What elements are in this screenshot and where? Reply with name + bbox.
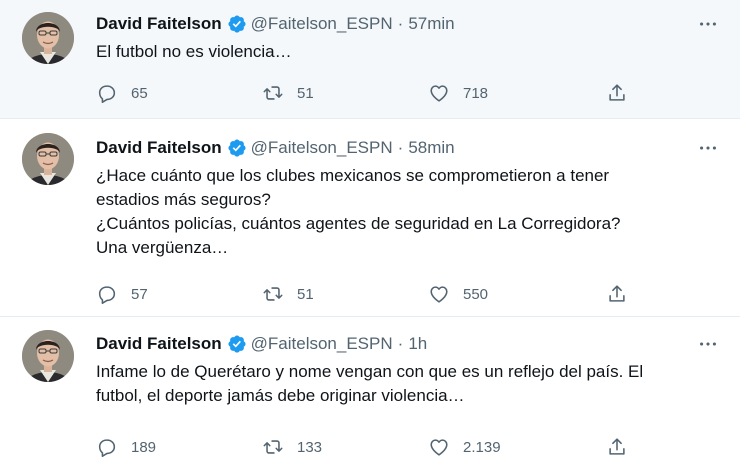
author-name[interactable]: David Faitelson — [96, 14, 222, 34]
tweet-actions: 57 51 550 — [96, 282, 628, 306]
author-handle[interactable]: @Faitelson_ESPN — [251, 334, 393, 354]
reply-button[interactable]: 189 — [96, 436, 262, 458]
tweet-content: David Faitelson @Faitelson_ESPN · 1h Inf… — [96, 332, 720, 408]
share-button[interactable] — [606, 283, 628, 305]
retweet-icon — [262, 283, 284, 305]
separator-dot: · — [397, 14, 404, 33]
avatar-image — [22, 12, 74, 64]
retweet-count: 133 — [297, 438, 323, 456]
heart-icon — [428, 436, 450, 458]
tweet-text: Infame lo de Querétaro y nome vengan con… — [96, 360, 720, 408]
reply-bubble-icon — [96, 436, 118, 458]
reply-count: 65 — [131, 84, 148, 102]
tweet-header: David Faitelson @Faitelson_ESPN · 58min — [96, 136, 720, 160]
tweet-card[interactable]: David Faitelson @Faitelson_ESPN · 58min … — [0, 119, 740, 317]
reply-count: 189 — [131, 438, 157, 456]
share-button[interactable] — [606, 82, 628, 104]
like-count: 718 — [463, 84, 489, 102]
like-button[interactable]: 718 — [428, 82, 606, 104]
tweet-card[interactable]: David Faitelson @Faitelson_ESPN · 1h Inf… — [0, 317, 740, 461]
reply-bubble-icon — [96, 283, 118, 305]
tweet-actions: 189 133 2.139 — [96, 435, 628, 459]
avatar-image — [22, 133, 74, 185]
reply-button[interactable]: 65 — [96, 82, 262, 104]
verified-badge-icon — [227, 14, 247, 34]
share-icon — [606, 283, 628, 305]
more-dots-icon — [697, 333, 719, 355]
heart-icon — [428, 82, 450, 104]
retweet-button[interactable]: 51 — [262, 82, 428, 104]
tweet-time[interactable]: 58min — [408, 138, 454, 158]
author-handle[interactable]: @Faitelson_ESPN — [251, 138, 393, 158]
avatar[interactable] — [22, 133, 74, 185]
tweet-actions: 65 51 718 — [96, 81, 628, 105]
tweet-feed: David Faitelson @Faitelson_ESPN · 57min … — [0, 0, 740, 461]
tweet-card[interactable]: David Faitelson @Faitelson_ESPN · 57min … — [0, 0, 740, 119]
reply-bubble-icon — [96, 82, 118, 104]
separator-dot: · — [397, 138, 404, 157]
avatar[interactable] — [22, 330, 74, 382]
more-dots-icon — [697, 137, 719, 159]
like-count: 2.139 — [463, 438, 501, 456]
tweet-text-line: Una vergüenza… — [96, 238, 229, 257]
tweet-text: ¿Hace cuánto que los clubes mexicanos se… — [96, 164, 720, 260]
share-button[interactable] — [606, 436, 628, 458]
tweet-content: David Faitelson @Faitelson_ESPN · 57min … — [96, 12, 720, 64]
tweet-time[interactable]: 1h — [408, 334, 427, 354]
share-icon — [606, 436, 628, 458]
like-button[interactable]: 550 — [428, 283, 606, 305]
tweet-text-line: ¿Hace cuánto que los clubes mexicanos se… — [96, 166, 610, 185]
share-icon — [606, 82, 628, 104]
tweet-text: El futbol no es violencia… — [96, 40, 720, 64]
like-button[interactable]: 2.139 — [428, 436, 606, 458]
tweet-header: David Faitelson @Faitelson_ESPN · 57min — [96, 12, 720, 36]
retweet-icon — [262, 82, 284, 104]
retweet-count: 51 — [297, 285, 314, 303]
retweet-icon — [262, 436, 284, 458]
author-name[interactable]: David Faitelson — [96, 138, 222, 158]
verified-badge-icon — [227, 334, 247, 354]
tweet-text-line: ¿Cuántos policías, cuántos agentes de se… — [96, 214, 621, 233]
author-handle[interactable]: @Faitelson_ESPN — [251, 14, 393, 34]
tweet-text-line: estadios más seguros? — [96, 190, 271, 209]
retweet-count: 51 — [297, 84, 314, 102]
avatar-image — [22, 330, 74, 382]
reply-count: 57 — [131, 285, 148, 303]
tweet-text-line: futbol, el deporte jamás debe originar v… — [96, 386, 465, 405]
separator-dot: · — [397, 334, 404, 353]
retweet-button[interactable]: 133 — [262, 436, 428, 458]
tweet-text-line: El futbol no es violencia… — [96, 42, 292, 61]
tweet-header: David Faitelson @Faitelson_ESPN · 1h — [96, 332, 720, 356]
tweet-time[interactable]: 57min — [408, 14, 454, 34]
author-name[interactable]: David Faitelson — [96, 334, 222, 354]
reply-button[interactable]: 57 — [96, 283, 262, 305]
tweet-text-line: Infame lo de Querétaro y nome vengan con… — [96, 362, 644, 381]
retweet-button[interactable]: 51 — [262, 283, 428, 305]
more-options-button[interactable] — [696, 136, 720, 160]
more-dots-icon — [697, 13, 719, 35]
avatar[interactable] — [22, 12, 74, 64]
more-options-button[interactable] — [696, 332, 720, 356]
tweet-content: David Faitelson @Faitelson_ESPN · 58min … — [96, 136, 720, 260]
more-options-button[interactable] — [696, 12, 720, 36]
heart-icon — [428, 283, 450, 305]
like-count: 550 — [463, 285, 489, 303]
verified-badge-icon — [227, 138, 247, 158]
